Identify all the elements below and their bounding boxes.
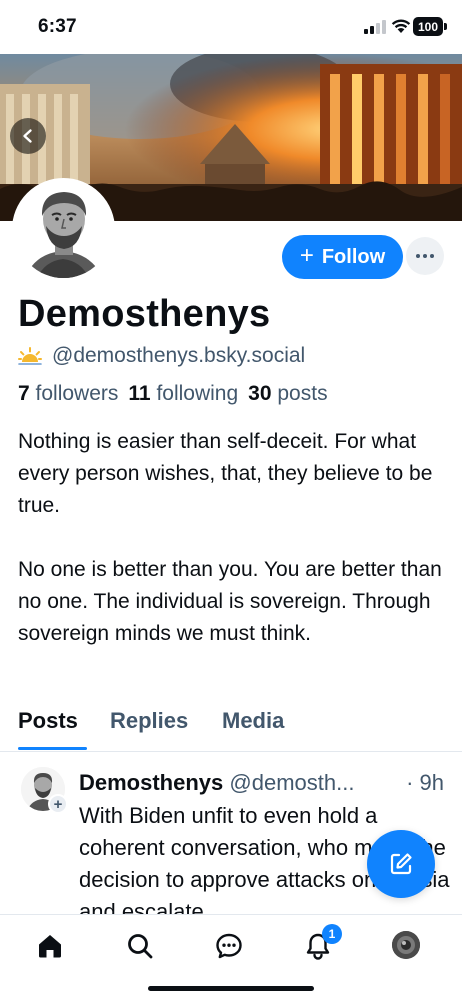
handle-row: @demosthenys.bsky.social [18,344,305,368]
profile-display-name: Demosthenys [18,293,271,335]
post-timestamp[interactable]: · 9h [402,770,444,796]
post-author-name[interactable]: Demosthenys [79,770,223,795]
cellular-signal-icon [364,20,386,34]
tab-posts[interactable]: Posts [18,708,78,734]
chevron-left-icon [23,129,32,143]
search-icon [128,934,153,959]
post-author-handle[interactable]: @demosth... [229,770,354,795]
nav-profile-avatar[interactable] [392,931,420,959]
profile-handle[interactable]: @demosthenys.bsky.social [52,344,305,368]
battery-icon: 100 [413,17,447,36]
back-button[interactable] [10,118,46,154]
profile-stats: 7 followers 11 following 30 posts [18,382,328,406]
followers-count: 7 [18,382,30,405]
following-stat[interactable]: 11 following [128,382,238,406]
active-tab-indicator [18,747,87,750]
profile-avatar[interactable] [12,178,115,281]
wifi-icon [391,19,411,33]
plus-icon: + [299,242,314,269]
following-label: following [156,382,239,405]
post-header: Demosthenys @demosth... [79,770,449,796]
bio-paragraph: Nothing is easier than self-deceit. For … [18,430,433,517]
compose-post-button[interactable] [367,830,435,898]
followers-label: followers [35,382,119,405]
profile-tabs: Posts Replies Media [0,700,462,752]
more-options-button[interactable] [406,237,444,275]
followers-stat[interactable]: 7 followers [18,382,118,406]
chat-icon [216,933,242,959]
status-time: 6:37 [38,16,77,37]
nav-home[interactable] [33,929,67,963]
follow-label: Follow [321,245,386,268]
nav-search[interactable] [123,929,157,963]
compose-icon [390,853,412,875]
posts-count: 30 [248,382,272,405]
posts-label: posts [277,382,328,405]
posts-stat: 30 posts [248,382,327,406]
tab-media[interactable]: Media [222,708,284,734]
bio-paragraph: No one is better than you. You are bette… [18,558,442,645]
profile-avatar-image [392,931,420,959]
home-icon [39,935,61,958]
nav-chat[interactable] [212,929,246,963]
home-indicator [148,986,314,991]
following-count: 11 [128,382,151,405]
tab-replies[interactable]: Replies [110,708,188,734]
avatar-bust-image [15,181,112,278]
follow-button[interactable]: + Follow [282,235,403,279]
follow-plus-icon[interactable]: + [48,794,68,814]
profile-bio: Nothing is easier than self-deceit. For … [18,426,450,650]
ellipsis-icon [416,254,434,258]
battery-level: 100 [417,19,439,34]
sunrise-icon [18,347,42,365]
notification-badge: 1 [322,924,342,944]
status-bar: 6:37 100 [0,0,462,54]
